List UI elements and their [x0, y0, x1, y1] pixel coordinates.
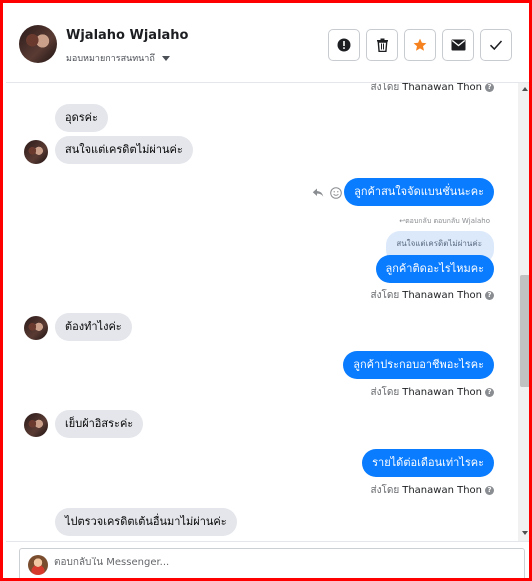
scroll-up-arrow-icon[interactable]: [522, 87, 528, 91]
incoming-message[interactable]: ต้องทำไงค่ะ: [55, 313, 132, 341]
sent-by-name: Thanawan Thon: [402, 485, 482, 496]
outgoing-message[interactable]: ลูกค้าติดอะไรไหมคะ: [375, 255, 494, 283]
sent-by-prefix: ส่งโดย: [370, 83, 400, 93]
page-avatar: [28, 555, 48, 575]
chevron-down-icon: [161, 55, 170, 61]
messenger-window: Wjalaho Wjalaho มอบหมายการสนทนาถึ ส่งโดย…: [0, 0, 532, 581]
sent-by-label: ส่งโดย Thanawan Thon ?: [371, 483, 494, 498]
conversation-header: Wjalaho Wjalaho มอบหมายการสนทนาถึ: [6, 6, 529, 83]
trash-icon: [376, 38, 388, 52]
reply-input[interactable]: [54, 557, 504, 568]
incoming-message[interactable]: อุดรค่ะ: [55, 104, 108, 132]
thread-scrollbar[interactable]: [518, 83, 529, 541]
delete-button[interactable]: [366, 29, 398, 61]
header-actions: [328, 29, 512, 61]
contact-avatar[interactable]: [19, 25, 57, 63]
assign-label: มอบหมายการสนทนาถึ: [66, 54, 155, 64]
sent-by-name: Thanawan Thon: [402, 387, 482, 398]
outgoing-message[interactable]: ลูกค้าสนใจจัดแบนชั่นนะคะ: [344, 178, 494, 206]
incoming-message[interactable]: เย็บผ้าอิสระค่ะ: [55, 410, 144, 438]
sent-by-label: ส่งโดย Thanawan Thon ?: [371, 385, 494, 400]
outgoing-message[interactable]: ลูกค้าประกอบอาชีพอะไรคะ: [343, 351, 494, 379]
smiley-icon[interactable]: [330, 187, 342, 199]
outgoing-message[interactable]: รายได้ต่อเดือนเท่าไรคะ: [362, 449, 494, 477]
contact-name[interactable]: Wjalaho Wjalaho: [66, 28, 189, 43]
incoming-message[interactable]: สนใจแต่เครดิตไม่ผ่านค่ะ: [55, 136, 193, 164]
message-composer: [6, 541, 529, 578]
info-icon[interactable]: ?: [485, 83, 494, 92]
sent-by-label: ส่งโดย Thanawan Thon ?: [371, 288, 494, 303]
info-icon[interactable]: ?: [485, 291, 494, 300]
report-icon: [337, 38, 351, 52]
report-button[interactable]: [328, 29, 360, 61]
sent-by-name: Thanawan Thon: [402, 83, 482, 93]
sent-by-label: ส่งโดย Thanawan Thon ?: [371, 83, 494, 95]
info-icon[interactable]: ?: [485, 388, 494, 397]
reply-note: ↩ตอบกลับ ตอบกลับ Wjalaho: [399, 217, 490, 225]
sent-by-name: Thanawan Thon: [402, 290, 482, 301]
contact-avatar-small: [24, 413, 48, 437]
scroll-down-arrow-icon[interactable]: [522, 531, 528, 535]
sent-by-prefix: ส่งโดย: [370, 387, 400, 398]
contact-avatar-small: [24, 316, 48, 340]
sent-by-prefix: ส่งโดย: [370, 485, 400, 496]
info-icon[interactable]: ?: [485, 486, 494, 495]
sent-by-prefix: ส่งโดย: [370, 290, 400, 301]
incoming-message[interactable]: ไปตรวจเครดิตเต้นอื่นมาไม่ผ่านค่ะ: [55, 508, 237, 536]
check-icon: [489, 40, 503, 51]
mark-done-button[interactable]: [480, 29, 512, 61]
star-button[interactable]: [404, 29, 436, 61]
assign-conversation-dropdown[interactable]: มอบหมายการสนทนาถึ: [66, 51, 170, 65]
message-actions: [312, 187, 342, 199]
contact-avatar-small: [24, 140, 48, 164]
star-icon: [413, 38, 427, 51]
mark-unread-button[interactable]: [442, 29, 474, 61]
scroll-thumb[interactable]: [520, 275, 529, 387]
envelope-icon: [451, 39, 465, 51]
composer-box[interactable]: [19, 548, 525, 578]
message-thread[interactable]: ส่งโดย Thanawan Thon ? อุดรค่ะ สนใจแต่เค…: [6, 83, 518, 541]
reply-icon[interactable]: [312, 188, 324, 198]
